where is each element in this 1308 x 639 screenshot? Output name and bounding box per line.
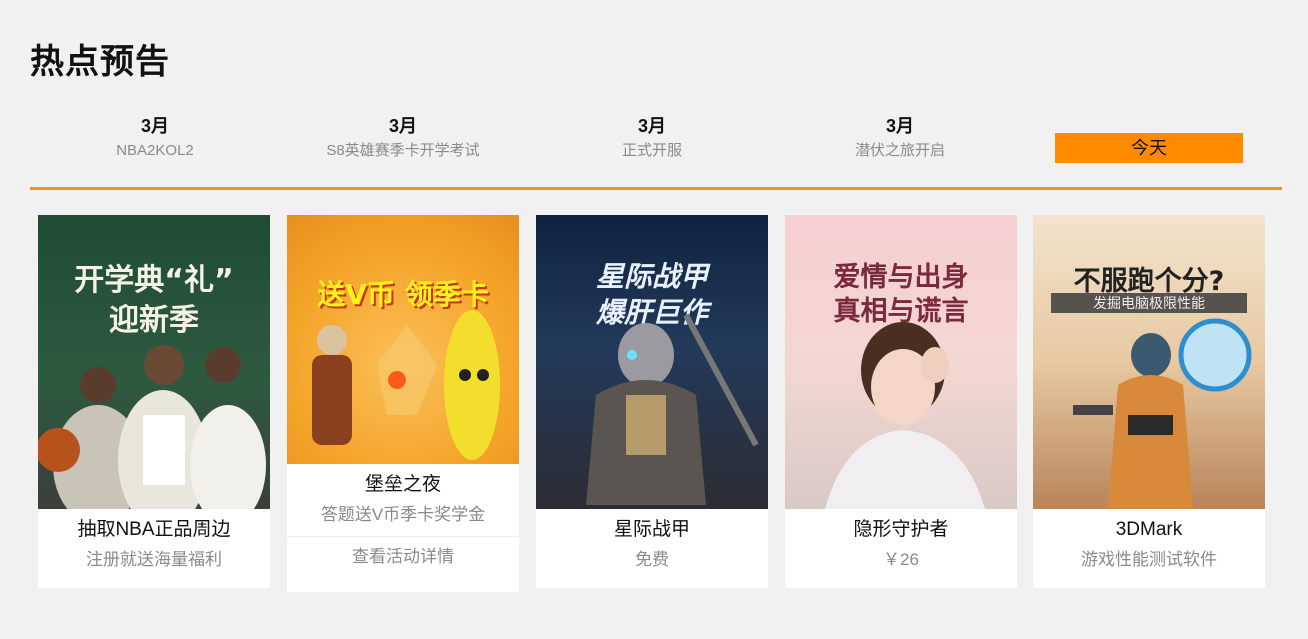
timeline-month: 3月 xyxy=(885,116,914,136)
promo-subtitle: 游戏性能测试软件 xyxy=(1081,550,1217,569)
timeline-month: 3月 xyxy=(140,116,169,136)
timeline-month: 3月 xyxy=(388,116,417,136)
timeline-event: 正式开服 xyxy=(621,142,682,159)
3dmark-character-illustration xyxy=(1073,318,1252,509)
timeline-item-4[interactable]: 3月 潜伏之旅开启 xyxy=(780,112,1020,162)
promo-image: 星际战甲 爆肝巨作 xyxy=(536,215,768,509)
warframe-character-illustration xyxy=(586,313,759,505)
today-button[interactable]: 今天 xyxy=(1055,133,1243,163)
promo-image: 开学典“礼” 迎新季 xyxy=(38,215,270,509)
promo-card-invisible-guardian[interactable]: 爱情与出身 真相与谎言 隐形守护者 ￥26 xyxy=(785,215,1017,588)
timeline-event: NBA2KOL2 xyxy=(116,142,194,159)
basketball-players-illustration xyxy=(38,345,266,509)
timeline-item-1[interactable]: 3月 NBA2KOL2 xyxy=(35,112,275,162)
promo-title: 隐形守护者 xyxy=(853,519,949,540)
promo-subtitle: ￥26 xyxy=(883,550,919,569)
promo-card-fortnite[interactable]: 送V币 领季卡 堡垒之夜 答题送V币季卡奖学金 查看活动详情 xyxy=(287,215,519,592)
promo-subtitle: 注册就送海量福利 xyxy=(86,550,222,569)
actress-portrait-illustration xyxy=(825,322,985,509)
promo-title: 星际战甲 xyxy=(613,519,690,540)
promo-card-3dmark[interactable]: 不服跑个分? 发掘电脑极限性能 3DMark 游戏性能测试软件 xyxy=(1033,215,1265,588)
timeline-item-3[interactable]: 3月 正式开服 xyxy=(532,112,772,162)
promo-subtitle: 答题送V币季卡奖学金 xyxy=(320,505,486,524)
fortnite-characters-illustration xyxy=(312,310,500,460)
timeline-event: S8英雄赛季卡开学考试 xyxy=(326,142,480,159)
timeline-event: 潜伏之旅开启 xyxy=(854,142,945,159)
promo-title: 抽取NBA正品周边 xyxy=(77,519,231,540)
promo-card-nba[interactable]: 开学典“礼” 迎新季 抽取NBA正品周边 注册就送海量福利 xyxy=(38,215,270,588)
event-timeline: 3月 NBA2KOL2 3月 S8英雄赛季卡开学考试 3月 正式开服 3月 潜伏… xyxy=(30,112,1282,190)
promo-image: 送V币 领季卡 xyxy=(287,215,519,464)
section-title: 热点预告 xyxy=(30,43,170,81)
view-event-details-link[interactable]: 查看活动详情 xyxy=(287,536,519,577)
promo-image: 不服跑个分? 发掘电脑极限性能 xyxy=(1033,215,1265,509)
promo-subtitle: 免费 xyxy=(635,550,669,569)
promo-title: 3DMark xyxy=(1115,519,1183,540)
promo-image: 爱情与出身 真相与谎言 xyxy=(785,215,1017,509)
promo-card-warframe[interactable]: 星际战甲 爆肝巨作 星际战甲 免费 xyxy=(536,215,768,588)
timeline-month: 3月 xyxy=(637,116,666,136)
promo-title: 堡垒之夜 xyxy=(364,474,441,495)
timeline-item-2[interactable]: 3月 S8英雄赛季卡开学考试 xyxy=(283,112,523,162)
